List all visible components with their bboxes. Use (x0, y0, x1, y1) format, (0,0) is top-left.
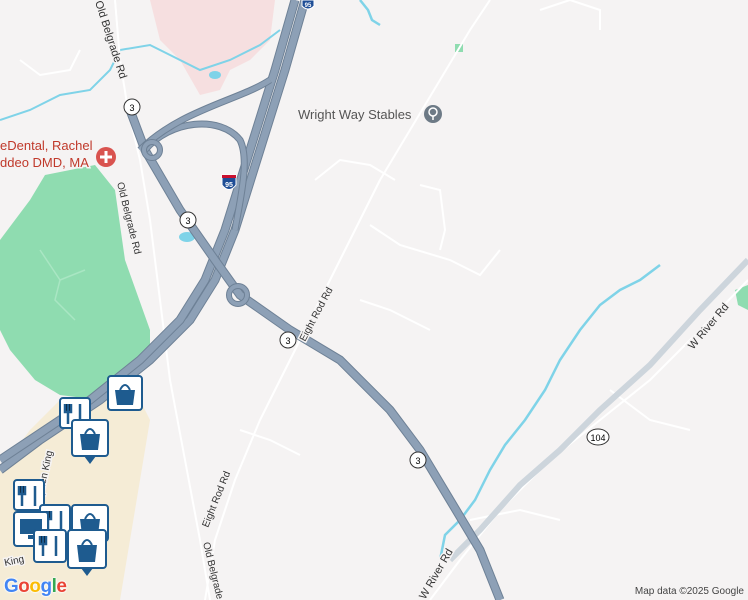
i95-shield-top: 95 (301, 0, 315, 10)
svg-text:95: 95 (305, 3, 312, 9)
marker-restaurant-b[interactable] (13, 479, 45, 511)
park-small (735, 285, 748, 310)
route3-shield-a: 3 (123, 98, 141, 116)
svg-text:104: 104 (590, 433, 605, 443)
svg-text:95: 95 (225, 182, 233, 189)
road-label-eight-rod-upper: Eight Rod Rd (298, 286, 336, 344)
google-logo: Google (4, 576, 67, 598)
svg-text:3: 3 (285, 336, 290, 346)
poi-label-dental-line1: eDental, Rachel (0, 138, 93, 153)
svg-text:3: 3 (185, 216, 190, 226)
marker-shopping-top[interactable] (107, 375, 143, 411)
marker-restaurant-d[interactable] (33, 529, 67, 563)
road-label-old-belgrade-bottom: Old Belgrade (200, 541, 225, 600)
stream-right (438, 264, 661, 561)
medical-cross-icon[interactable] (96, 147, 116, 167)
logo-letter: g (40, 576, 53, 597)
route104-shield: 104 (586, 428, 610, 446)
svg-text:3: 3 (129, 103, 134, 113)
route-3 (125, 77, 505, 600)
horse-stable-icon[interactable] (424, 105, 442, 123)
pond-top (209, 71, 221, 79)
road-label-w-river-upper: W River Rd (686, 301, 731, 352)
route3-shield-c: 3 (279, 331, 297, 349)
logo-letter: o (29, 576, 41, 597)
map-svg: 95 95 3 3 3 3 104 Old Belgrade Rd Old Be… (0, 0, 748, 600)
i95-shield-mid: 95 (221, 174, 237, 190)
logo-letter: e (56, 576, 67, 597)
logo-letter: o (18, 576, 30, 597)
route3-shield-d: 3 (409, 451, 427, 469)
poi-label-wright-way-stables: Wright Way Stables (298, 107, 412, 122)
logo-letter: G (4, 576, 19, 597)
map-canvas[interactable]: 95 95 3 3 3 3 104 Old Belgrade Rd Old Be… (0, 0, 748, 600)
poi-label-dental-line2: ddeo DMD, MA (0, 155, 89, 170)
map-attribution[interactable]: Map data ©2025 Google (635, 586, 744, 597)
svg-text:3: 3 (415, 456, 420, 466)
stream-top (359, 0, 381, 27)
route3-shield-b: 3 (179, 211, 197, 229)
